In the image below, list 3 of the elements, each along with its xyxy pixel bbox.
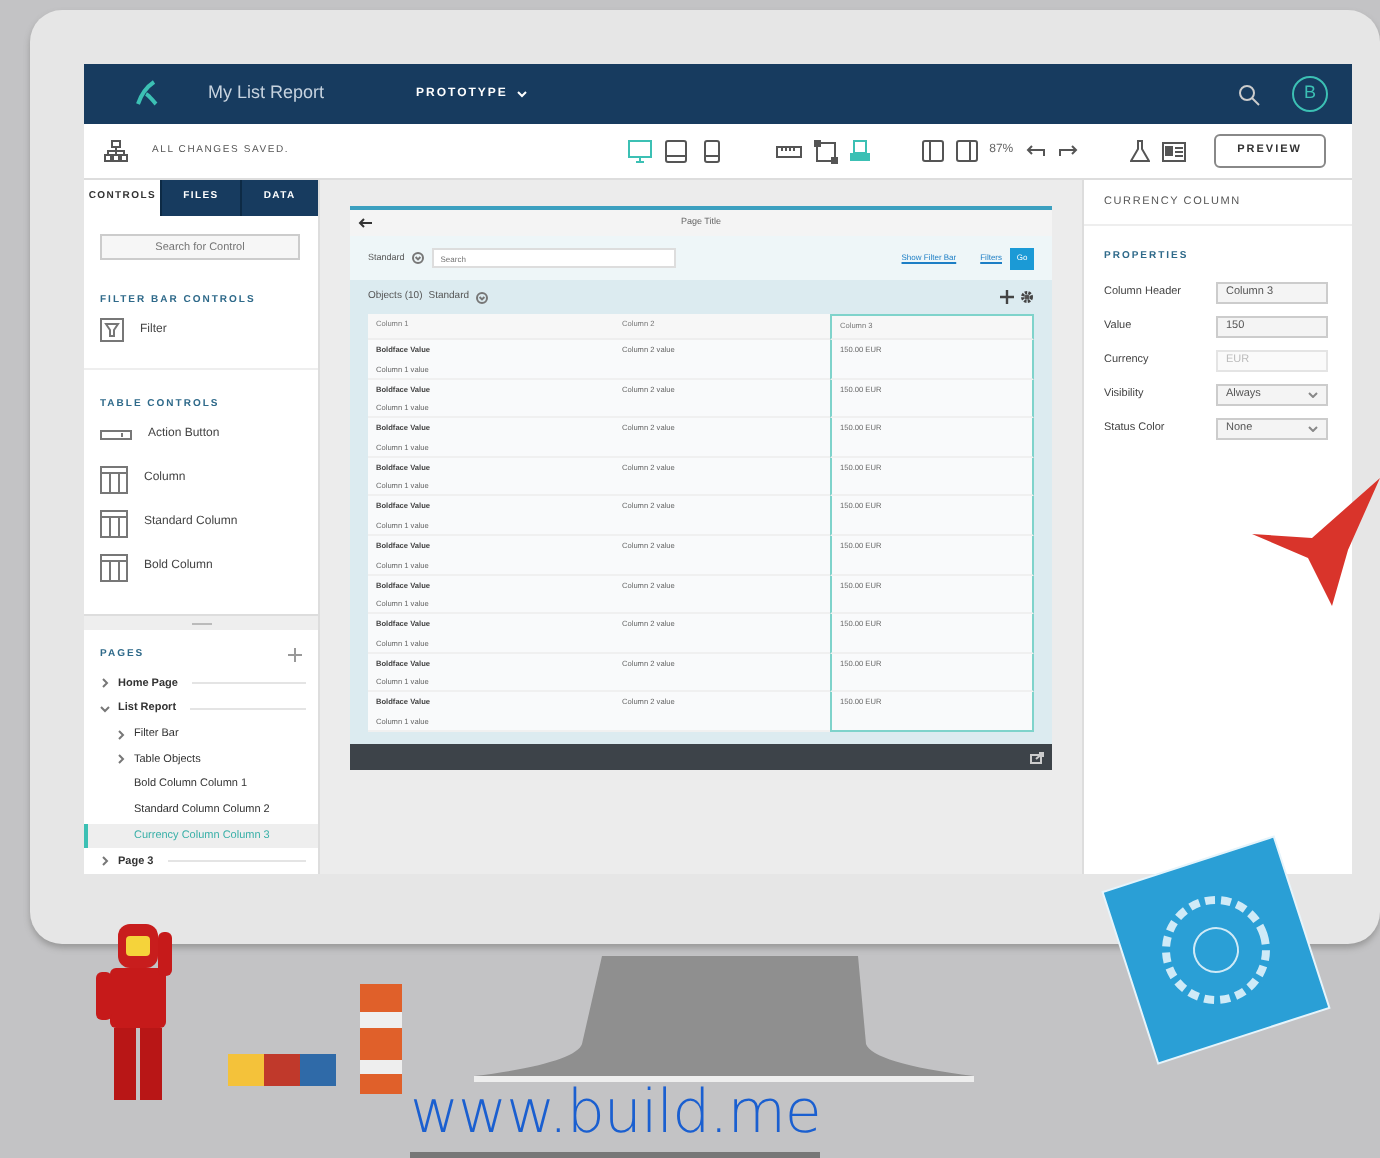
website-caption: www.build.me: [410, 1076, 821, 1158]
app-title: My List Report: [208, 80, 325, 107]
user-avatar[interactable]: B: [1292, 76, 1328, 112]
